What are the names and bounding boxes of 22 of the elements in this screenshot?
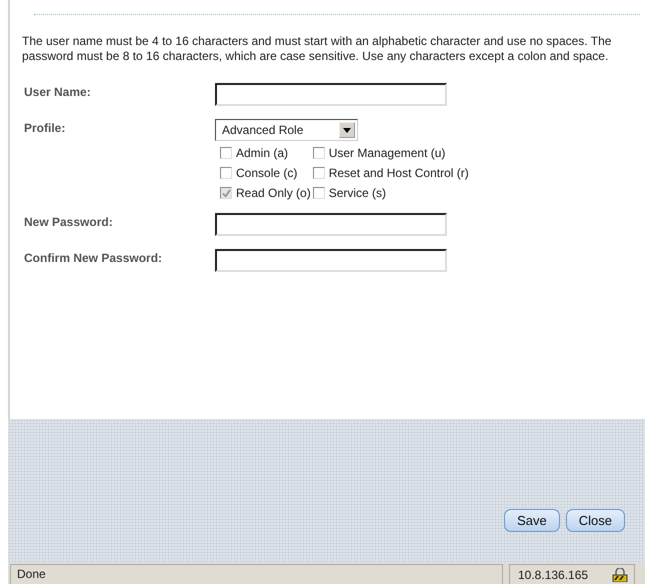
checkbox-option[interactable]: Admin (a): [220, 146, 311, 160]
checkbox-option[interactable]: Console (c): [220, 166, 311, 180]
checkbox-option[interactable]: Reset and Host Control (r): [312, 166, 469, 180]
checkbox-option: Read Only (o): [220, 186, 311, 200]
field-label: New Password:: [23, 214, 114, 231]
profile-dropdown[interactable]: Advanced Role: [215, 119, 358, 141]
caret-icon: [343, 128, 351, 132]
field-label: User Name:: [23, 84, 92, 101]
instructions-text: The user name must be 4 to 16 characters and must start with an alphabetic character and use no spaces. The password must be 8 to 16 characters, which are case sensitive. Use any characters except a colon and space.: [22, 34, 612, 64]
input-field[interactable]: [215, 249, 447, 272]
dialog-button[interactable]: Close: [566, 509, 625, 532]
field-label: Profile:: [23, 120, 66, 137]
checkbox-option[interactable]: User Management (u): [312, 146, 469, 160]
checkmark-icon: [222, 188, 230, 198]
field-label: Confirm New Password:: [23, 250, 164, 267]
checkbox-option[interactable]: Service (s): [312, 186, 469, 200]
status-panel: Done: [10, 564, 503, 584]
lock-icon: [612, 568, 628, 582]
input-field[interactable]: [215, 83, 447, 106]
dialog-button[interactable]: Save: [504, 509, 560, 532]
address-text: 10.8.136.165: [518, 568, 588, 582]
input-field[interactable]: [215, 213, 447, 236]
